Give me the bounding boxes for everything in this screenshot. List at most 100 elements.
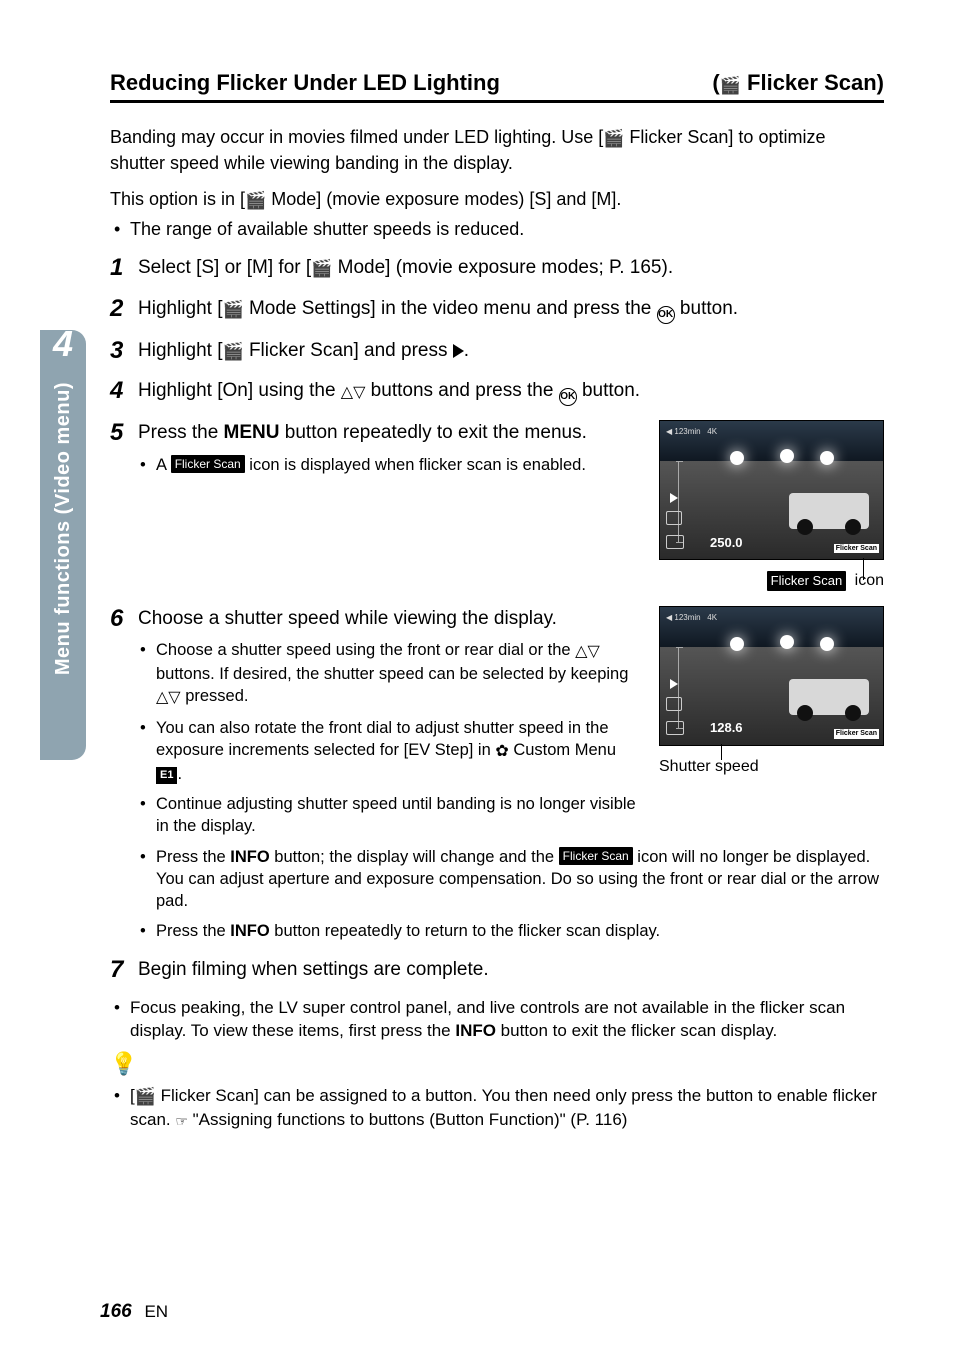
text: Press the	[156, 922, 230, 940]
movie-icon: 🎬	[223, 299, 244, 322]
flicker-scan-label-icon: Flicker Scan	[559, 847, 633, 865]
text: buttons. If desired, the shutter speed c…	[156, 665, 628, 683]
step-body: Press the MENU button repeatedly to exit…	[138, 420, 884, 592]
step5-text: Press the MENU button repeatedly to exit…	[138, 420, 639, 476]
section-heading: Reducing Flicker Under LED Lighting (🎬 F…	[110, 70, 884, 103]
step5-main: Press the MENU button repeatedly to exit…	[138, 420, 639, 446]
step-body: Choose a shutter speed while viewing the…	[138, 606, 884, 943]
text: This option is in [	[110, 189, 245, 209]
side-tab-label: Menu functions (Video menu)	[52, 382, 75, 675]
step6-sub2: You can also rotate the front dial to ad…	[138, 717, 639, 785]
info-label: INFO	[230, 922, 269, 940]
heading-right-text: Flicker Scan)	[741, 70, 884, 95]
thumb1-caption: Flicker Scan icon	[659, 570, 884, 592]
text: button.	[675, 298, 738, 319]
page-number: 166	[100, 1301, 132, 1322]
step-body: Highlight [🎬 Mode Settings] in the video…	[138, 296, 884, 324]
step-body: Highlight [On] using the △▽ buttons and …	[138, 378, 884, 406]
e1-icon: E1	[156, 767, 177, 784]
step6-main: Choose a shutter speed while viewing the…	[138, 606, 639, 632]
text: pressed.	[181, 687, 249, 705]
tip-bullet: [🎬 Flicker Scan] can be assigned to a bu…	[110, 1085, 884, 1132]
pointer-icon: ☞	[175, 1112, 188, 1131]
screenshot-preview: ◀ 123min 4K 250.0 Flicker Scan	[659, 420, 884, 560]
text: button.	[577, 380, 640, 401]
right-icon	[453, 344, 464, 358]
page-footer: 166 EN	[100, 1301, 168, 1323]
text: Highlight [	[138, 298, 223, 319]
movie-icon: 🎬	[223, 341, 244, 364]
gear-icon: ✿	[495, 741, 508, 763]
text: button; the display will change and the	[270, 848, 559, 866]
intro-bullet: The range of available shutter speeds is…	[110, 217, 884, 241]
step-6: 6 Choose a shutter speed while viewing t…	[110, 606, 884, 943]
text: Custom Menu	[509, 741, 616, 759]
step-2: 2 Highlight [🎬 Mode Settings] in the vid…	[110, 296, 884, 324]
step-1: 1 Select [S] or [M] for [🎬 Mode] (movie …	[110, 255, 884, 281]
flicker-scan-badge: Flicker Scan	[834, 544, 879, 553]
step-body: Select [S] or [M] for [🎬 Mode] (movie ex…	[138, 255, 884, 281]
step-4: 4 Highlight [On] using the △▽ buttons an…	[110, 378, 884, 406]
shutter-value: 128.6	[710, 719, 743, 737]
movie-icon: 🎬	[135, 1086, 156, 1109]
text: .	[177, 765, 182, 783]
flicker-scan-label-icon: Flicker Scan	[767, 571, 847, 591]
thumbnail-2: ◀ 123min 4K 128.6 Flicker Scan Shutter s…	[659, 606, 884, 778]
movie-icon: 🎬	[603, 128, 624, 151]
step6-sub1: Choose a shutter speed using the front o…	[138, 639, 639, 708]
ok-icon: OK	[657, 306, 675, 324]
text: Mode] (movie exposure modes; P. 165).	[332, 257, 673, 278]
info-label: INFO	[455, 1021, 496, 1040]
text: Select [S] or [M] for [	[138, 257, 311, 278]
text: Highlight [	[138, 340, 223, 361]
text: buttons and press the	[365, 380, 558, 401]
movie-icon: 🎬	[245, 190, 266, 213]
flicker-scan-badge: Flicker Scan	[834, 729, 879, 738]
intro-p1: Banding may occur in movies filmed under…	[110, 125, 884, 175]
step-7: 7 Begin filming when settings are comple…	[110, 957, 884, 983]
step-number: 4	[110, 378, 138, 406]
movie-icon: 🎬	[720, 76, 741, 96]
step6-sub3: Continue adjusting shutter speed until b…	[138, 793, 639, 838]
info-label: INFO	[230, 848, 269, 866]
step5-sub1: A Flicker Scan icon is displayed when fl…	[138, 454, 639, 476]
step-number: 5	[110, 420, 138, 592]
text: icon is displayed when flicker scan is e…	[245, 456, 586, 474]
text: Choose a shutter speed using the front o…	[156, 641, 575, 659]
page: Menu functions (Video menu) 4 Reducing F…	[0, 0, 954, 1357]
up-down-icon: △▽	[341, 382, 366, 404]
side-tab-number: 4	[42, 323, 84, 365]
step-body: Highlight [🎬 Flicker Scan] and press .	[138, 338, 884, 364]
body: Banding may occur in movies filmed under…	[110, 125, 884, 1131]
step-3: 3 Highlight [🎬 Flicker Scan] and press .	[110, 338, 884, 364]
ok-icon: OK	[559, 388, 577, 406]
text: Mode Settings] in the video menu and pre…	[244, 298, 657, 319]
text: Flicker Scan] and press	[244, 340, 453, 361]
step-number: 1	[110, 255, 138, 281]
text: .	[464, 340, 469, 361]
text: Highlight [On] using the	[138, 380, 341, 401]
heading-right: (🎬 Flicker Scan)	[712, 70, 884, 96]
thumbnail-1: ◀ 123min 4K 250.0 Flicker Scan Flicker S…	[659, 420, 884, 592]
text: icon	[850, 572, 884, 589]
text: Mode] (movie exposure modes) [S] and [M]…	[266, 189, 621, 209]
step-body: Begin filming when settings are complete…	[138, 957, 884, 983]
text: Banding may occur in movies filmed under…	[110, 127, 603, 147]
tip-icon: 💡	[110, 1049, 884, 1079]
text: Press the	[156, 848, 230, 866]
step6-text: Choose a shutter speed while viewing the…	[138, 606, 639, 838]
screenshot-preview: ◀ 123min 4K 128.6 Flicker Scan	[659, 606, 884, 746]
page-lang: EN	[144, 1302, 168, 1321]
text: A	[156, 456, 171, 474]
shutter-value: 250.0	[710, 534, 743, 552]
step6-sub5: Press the INFO button repeatedly to retu…	[138, 920, 884, 942]
intro-p2: This option is in [🎬 Mode] (movie exposu…	[110, 187, 884, 213]
text: button to exit the flicker scan display.	[496, 1021, 777, 1040]
flicker-scan-label-icon: Flicker Scan	[171, 455, 245, 473]
step6-sub4: Press the INFO button; the display will …	[138, 846, 884, 913]
up-down-icon: △▽	[575, 641, 600, 663]
menu-label: MENU	[224, 422, 280, 443]
text: button repeatedly to return to the flick…	[270, 922, 660, 940]
movie-icon: 🎬	[311, 258, 332, 281]
step-number: 6	[110, 606, 138, 943]
